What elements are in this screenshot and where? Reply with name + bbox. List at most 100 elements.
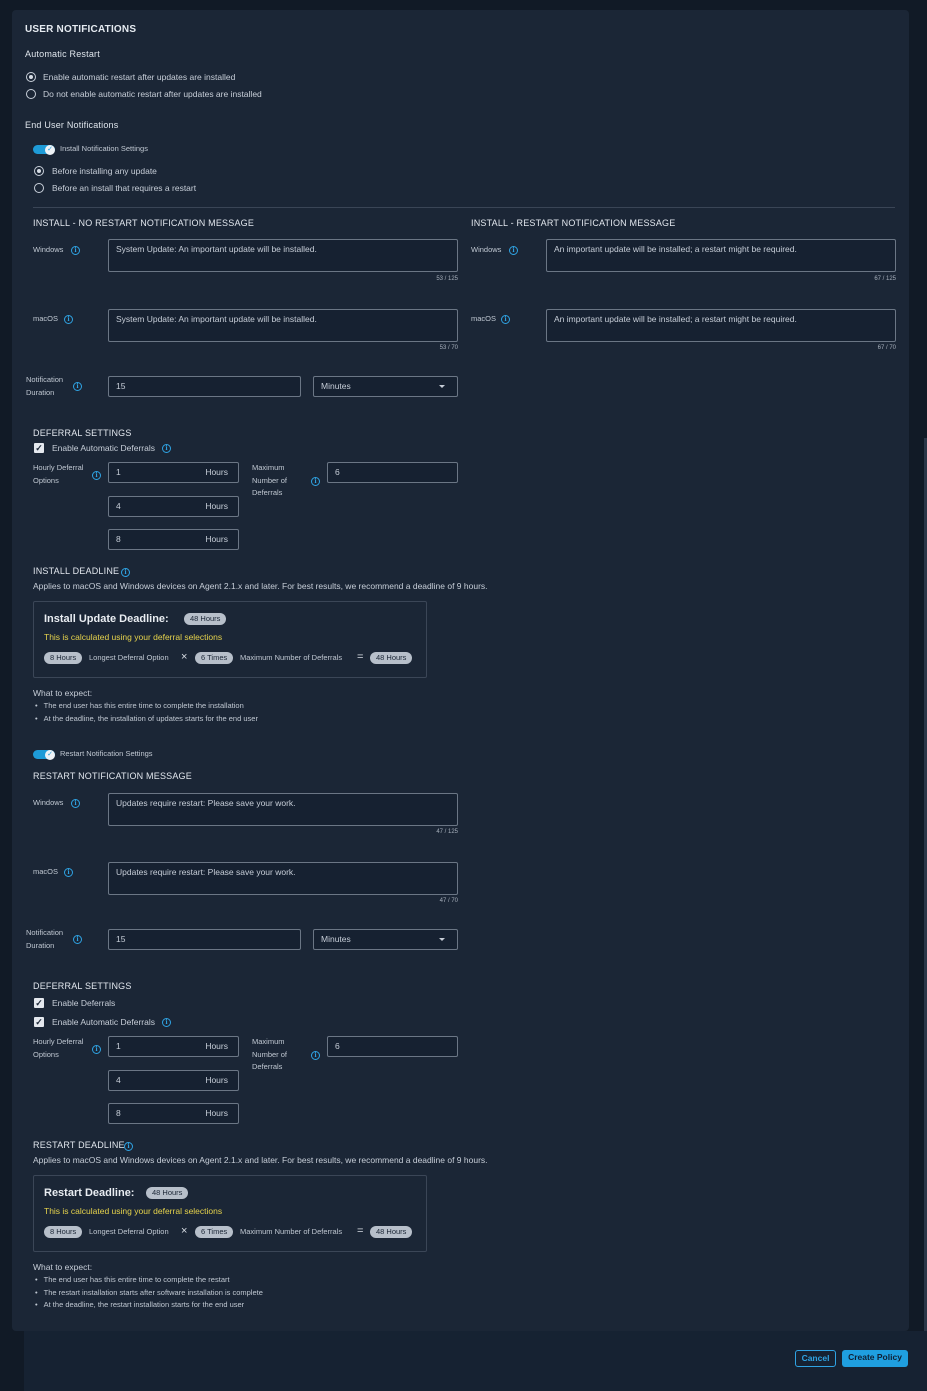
info-icon[interactable]: i [73, 382, 82, 391]
hourly-deferral-option-1[interactable]: 1 Hours [108, 462, 239, 483]
list-item: The end user has this entire time to com… [33, 1274, 263, 1287]
check-icon: ✓ [45, 749, 55, 760]
radio-before-restart-install[interactable] [34, 183, 44, 193]
equals-icon: = [357, 1225, 364, 1237]
info-icon[interactable]: i [64, 868, 73, 877]
multiply-icon: × [181, 651, 188, 663]
check-icon: ✓ [45, 144, 55, 155]
deadline-badge: 48 Hours [184, 613, 227, 625]
checkbox-label: Enable Automatic Deferrals [52, 1017, 155, 1027]
info-icon[interactable]: i [73, 935, 82, 944]
longest-deferral-pill: 8 Hours [44, 652, 83, 664]
info-icon[interactable]: i [311, 477, 320, 486]
total-pill: 48 Hours [370, 1226, 413, 1238]
macos-label: macOS [33, 314, 59, 323]
radio-label: Before installing any update [52, 166, 157, 176]
macos-label: macOS [33, 867, 59, 876]
pill-label: Maximum Number of Deferrals [240, 1227, 343, 1236]
deadline-description: Applies to macOS and Windows devices on … [33, 581, 488, 591]
restart-windows-message[interactable]: Updates require restart: Please save you… [108, 793, 458, 826]
info-icon[interactable]: i [92, 1045, 101, 1054]
what-to-expect-heading: What to expect: [33, 688, 93, 698]
char-counter: 67 / 70 [877, 345, 896, 351]
no-restart-message-heading: INSTALL - NO RESTART NOTIFICATION MESSAG… [33, 218, 255, 228]
checkbox-label: Enable Automatic Deferrals [52, 443, 155, 453]
list-item: At the deadline, the installation of upd… [33, 713, 258, 726]
radio-label: Do not enable automatic restart after up… [43, 89, 262, 99]
restart-duration-unit-select[interactable]: Minutes [313, 929, 458, 950]
restart-macos-message[interactable]: An important update will be installed; a… [546, 309, 896, 342]
char-counter: 67 / 125 [874, 276, 896, 282]
char-counter: 53 / 70 [439, 345, 458, 351]
info-icon[interactable]: i [162, 1018, 171, 1027]
macos-label: macOS [471, 314, 497, 323]
restart-windows-message[interactable]: An important update will be installed; a… [546, 239, 896, 272]
cancel-button[interactable]: Cancel [795, 1350, 836, 1367]
radio-enable-auto-restart[interactable] [26, 72, 36, 82]
info-icon[interactable]: i [92, 471, 101, 480]
hourly-deferral-option-2[interactable]: 4 Hours [108, 1070, 239, 1091]
info-icon[interactable]: i [124, 1142, 133, 1151]
no-restart-windows-message[interactable]: System Update: An important update will … [108, 239, 458, 272]
info-icon[interactable]: i [509, 246, 518, 255]
toggle-label: Install Notification Settings [60, 144, 148, 153]
max-deferrals-input[interactable]: 6 [327, 1036, 458, 1057]
radio-label: Before an install that requires a restar… [52, 183, 197, 193]
card-title: Restart Deadline: [44, 1187, 135, 1199]
list-item: The end user has this entire time to com… [33, 700, 258, 713]
char-counter: 47 / 70 [439, 898, 458, 904]
info-icon[interactable]: i [71, 799, 80, 808]
enable-auto-deferrals-checkbox[interactable]: ✓ [34, 1017, 44, 1027]
total-pill: 48 Hours [370, 652, 413, 664]
deadline-description: Applies to macOS and Windows devices on … [33, 1155, 488, 1165]
calc-note: This is calculated using your deferral s… [44, 632, 223, 642]
restart-deadline-heading: RESTART DEADLINE [33, 1140, 125, 1150]
equals-icon: = [357, 651, 364, 663]
pill-label: Longest Deferral Option [89, 653, 169, 662]
char-counter: 53 / 125 [436, 276, 458, 282]
restart-macos-message[interactable]: Updates require restart: Please save you… [108, 862, 458, 895]
info-icon[interactable]: i [121, 568, 130, 577]
enable-auto-deferrals-checkbox[interactable]: ✓ [34, 443, 44, 453]
info-icon[interactable]: i [311, 1051, 320, 1060]
restart-duration-input[interactable]: 15 [108, 929, 301, 950]
longest-deferral-pill: 8 Hours [44, 1226, 83, 1238]
install-notification-toggle[interactable]: ✓ [33, 144, 55, 155]
chevron-down-icon [439, 385, 445, 388]
enable-deferrals-checkbox[interactable]: ✓ [34, 998, 44, 1008]
create-policy-button[interactable]: Create Policy [842, 1350, 908, 1367]
hourly-deferral-option-3[interactable]: 8 Hours [108, 1103, 239, 1124]
hourly-deferral-option-1[interactable]: 1 Hours [108, 1036, 239, 1057]
hourly-deferral-label: Hourly Deferral Options [33, 1037, 84, 1059]
max-deferrals-label: Maximum Number of Deferrals [252, 1037, 288, 1071]
footer-bar [24, 1331, 927, 1391]
restart-notification-toggle[interactable]: ✓ [33, 749, 55, 760]
hourly-deferral-option-2[interactable]: 4 Hours [108, 496, 239, 517]
max-deferrals-input[interactable]: 6 [327, 462, 458, 483]
list-item: At the deadline, the restart installatio… [33, 1299, 263, 1312]
deferral-count-pill: 6 Times [195, 652, 234, 664]
page-title: USER NOTIFICATIONS [25, 24, 137, 35]
toggle-label: Restart Notification Settings [60, 749, 153, 758]
info-icon[interactable]: i [71, 246, 80, 255]
pill-label: Longest Deferral Option [89, 1227, 169, 1236]
info-icon[interactable]: i [501, 315, 510, 324]
multiply-icon: × [181, 1225, 188, 1237]
windows-label: Windows [33, 245, 64, 254]
calc-note: This is calculated using your deferral s… [44, 1206, 223, 1216]
deferral-settings-heading: DEFERRAL SETTINGS [33, 428, 132, 438]
no-restart-macos-message[interactable]: System Update: An important update will … [108, 309, 458, 342]
windows-label: Windows [33, 798, 64, 807]
info-icon[interactable]: i [162, 444, 171, 453]
info-icon[interactable]: i [64, 315, 73, 324]
notification-duration-input[interactable]: 15 [108, 376, 301, 397]
hourly-deferral-option-3[interactable]: 8 Hours [108, 529, 239, 550]
install-deadline-heading: INSTALL DEADLINE [33, 566, 120, 576]
duration-label: Notification Duration [26, 928, 64, 950]
pill-label: Maximum Number of Deferrals [240, 653, 343, 662]
char-counter: 47 / 125 [436, 829, 458, 835]
duration-unit-select[interactable]: Minutes [313, 376, 458, 397]
deadline-badge: 48 Hours [146, 1187, 189, 1199]
radio-before-any-update[interactable] [34, 166, 44, 176]
radio-disable-auto-restart[interactable] [26, 89, 36, 99]
